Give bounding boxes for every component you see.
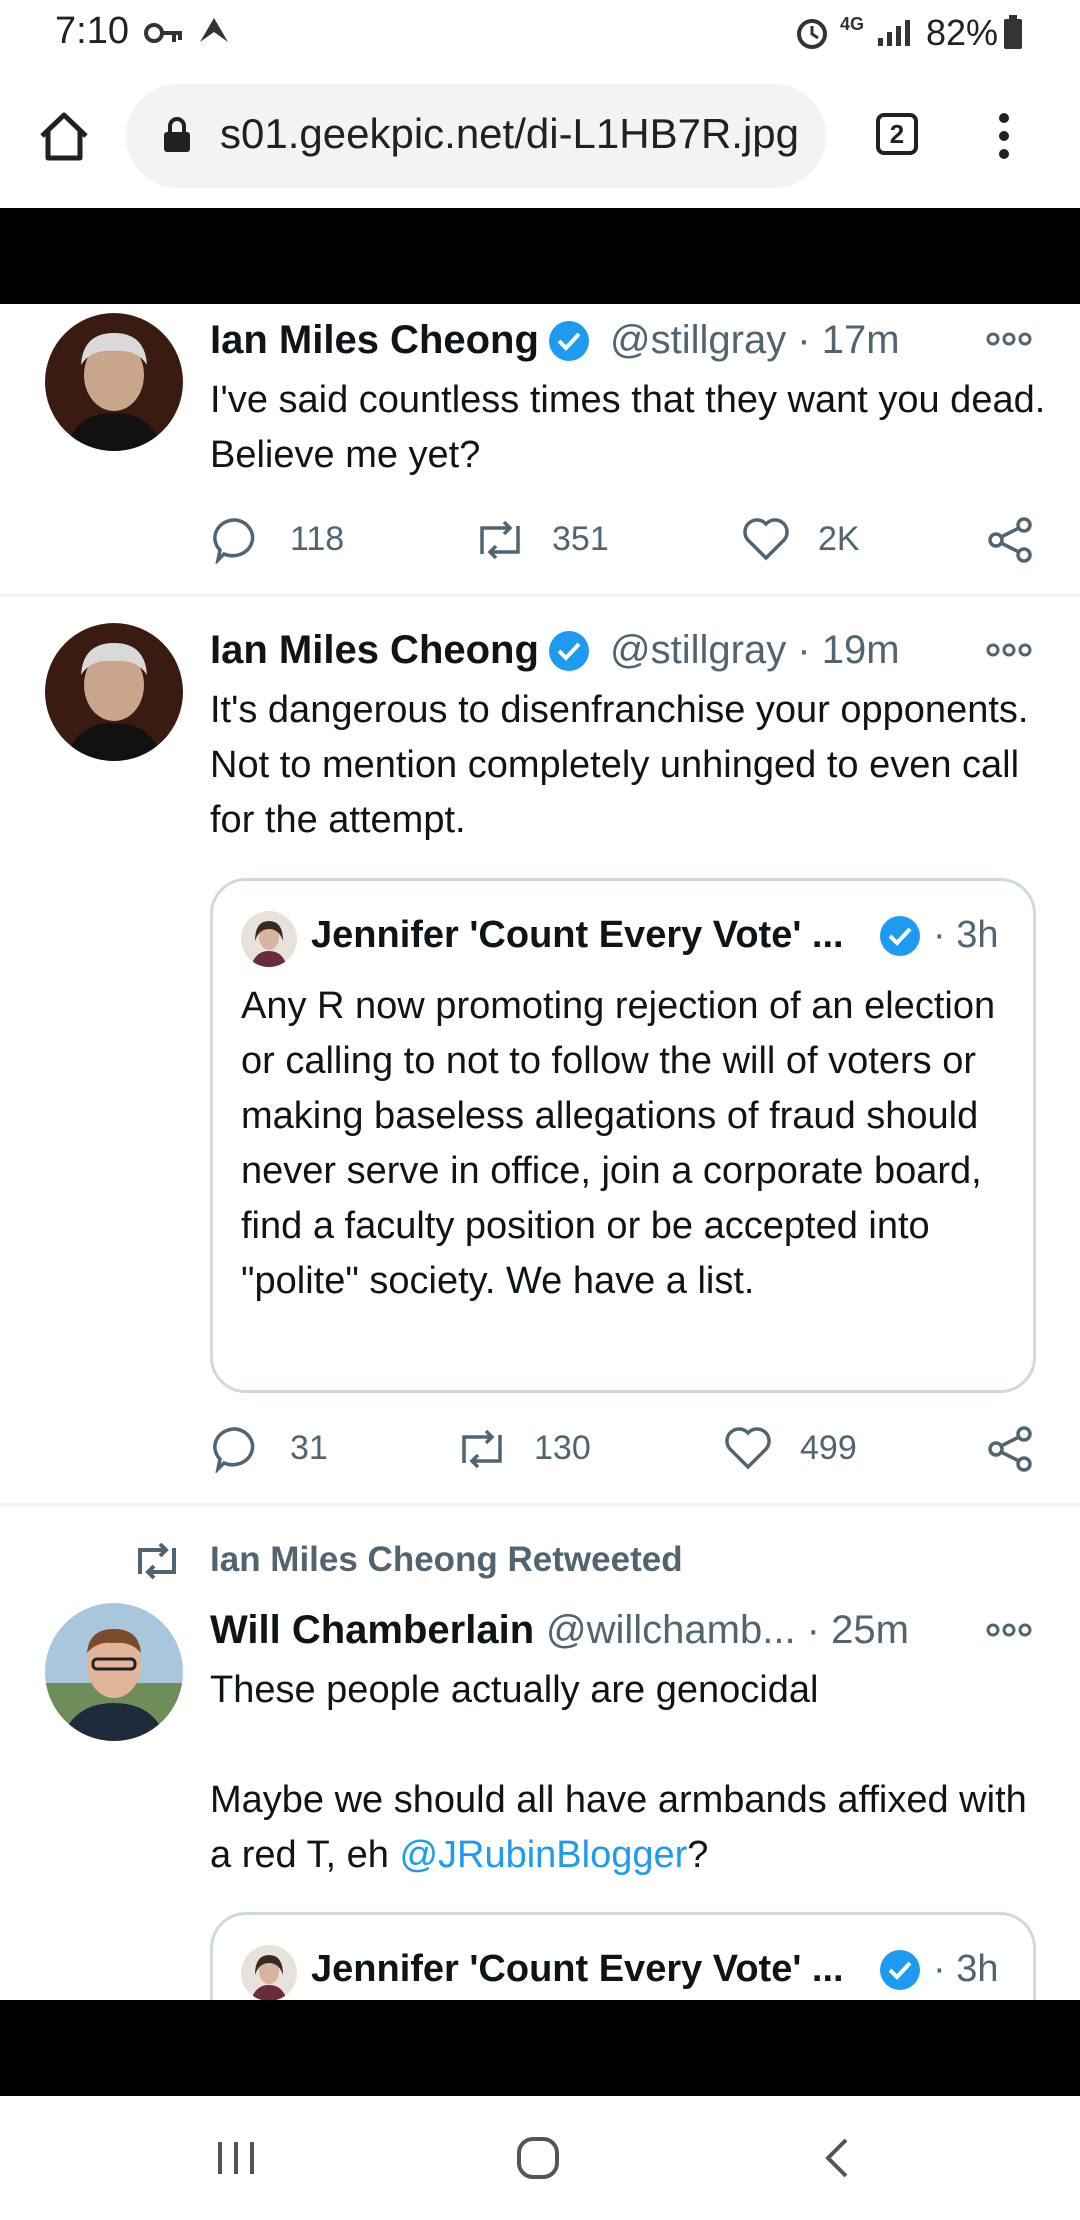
quoted-author-name: Jennifer 'Count Every Vote' ... <box>311 914 844 956</box>
network-type: 4G <box>840 14 865 34</box>
recents-icon[interactable] <box>214 2138 258 2178</box>
bottom-black-bar <box>0 2000 1080 2096</box>
tweet-text-line2: Maybe we should all have armbands affixe… <box>210 1773 1050 1883</box>
quoted-avatar <box>241 1945 297 2001</box>
avatar-image <box>241 911 297 967</box>
home-icon[interactable] <box>38 110 90 162</box>
quoted-avatar <box>241 911 297 967</box>
key-icon <box>144 23 182 43</box>
avatar-image <box>45 313 183 451</box>
tweet-text-end: ? <box>687 1834 709 1876</box>
verified-badge-icon <box>549 631 589 671</box>
quoted-text: Any R now promoting rejection of an elec… <box>241 985 996 1302</box>
retweet-count: 130 <box>534 1429 591 1467</box>
like-count: 499 <box>800 1429 857 1467</box>
avatar-image <box>45 623 183 761</box>
battery-icon <box>1004 15 1022 49</box>
verified-badge-icon <box>880 916 920 956</box>
retweet-icon[interactable] <box>472 518 528 562</box>
tweet-handle-time: @stillgray · 19m <box>610 628 900 672</box>
url-text: s01.geekpic.net/di-L1HB7R.jpg <box>220 110 800 157</box>
more-options-icon[interactable] <box>986 330 1032 348</box>
android-nav-bar <box>0 2096 1080 2220</box>
reply-icon[interactable] <box>212 516 260 564</box>
tab-switcher-button[interactable]: 2 <box>876 113 918 155</box>
mention-link[interactable]: @JRubinBlogger <box>399 1834 687 1876</box>
tweet-text: It's dangerous to disenfranchise your op… <box>210 689 1029 841</box>
verified-badge-icon <box>549 321 589 361</box>
like-icon[interactable] <box>742 516 790 562</box>
quoted-time: · 3h <box>933 914 999 956</box>
share-icon[interactable] <box>986 1425 1034 1473</box>
signal-icon <box>878 20 910 46</box>
tweet-divider <box>0 1503 1080 1506</box>
more-options-icon[interactable] <box>986 1621 1032 1639</box>
tweet-text: I've said countless times that they want… <box>210 379 1046 476</box>
reply-count: 31 <box>290 1429 328 1467</box>
browser-toolbar: s01.geekpic.net/di-L1HB7R.jpg 2 <box>0 66 1080 208</box>
tweet-divider <box>0 594 1080 597</box>
avatar-image <box>241 1945 297 2001</box>
status-time: 7:10 <box>55 10 129 52</box>
battery-percent: 82% <box>926 12 999 53</box>
url-bar[interactable]: s01.geekpic.net/di-L1HB7R.jpg <box>126 84 826 188</box>
avatar[interactable] <box>45 313 183 451</box>
tweet-author-name[interactable]: Will Chamberlain <box>210 1608 534 1653</box>
tweet-handle-time: @stillgray · 17m <box>610 318 900 362</box>
quoted-tweet[interactable]: Jennifer 'Count Every Vote' ... · 3h Any… <box>210 878 1036 1393</box>
share-icon[interactable] <box>986 516 1034 564</box>
retweeted-by-label[interactable]: Ian Miles Cheong Retweeted <box>210 1540 683 1580</box>
home-circle-icon[interactable] <box>514 2134 562 2182</box>
lock-icon <box>164 117 190 152</box>
back-icon[interactable] <box>820 2136 854 2180</box>
reply-count: 118 <box>290 520 345 558</box>
like-icon[interactable] <box>724 1425 772 1471</box>
tweet-author-name[interactable]: Ian Miles Cheong <box>210 318 539 363</box>
quoted-time: · 3h <box>933 1948 999 1990</box>
tweet-text-line1: These people actually are genocidal <box>210 1669 819 1711</box>
reply-icon[interactable] <box>212 1425 260 1473</box>
top-black-bar <box>0 208 1080 304</box>
avatar[interactable] <box>45 1603 183 1741</box>
retweet-indicator-icon <box>138 1542 176 1580</box>
like-count: 2K <box>818 520 860 558</box>
app-icon <box>200 18 228 42</box>
tweet-handle-time: @willchamb... · 25m <box>546 1608 909 1652</box>
status-bar: 7:10 4G 82% <box>0 0 1080 66</box>
retweet-count: 351 <box>552 520 609 558</box>
avatar[interactable] <box>45 623 183 761</box>
retweet-icon[interactable] <box>454 1427 510 1471</box>
alarm-icon <box>797 19 827 49</box>
avatar-image <box>45 1603 183 1741</box>
verified-badge-icon <box>880 1950 920 1990</box>
tweet-author-name[interactable]: Ian Miles Cheong <box>210 628 539 673</box>
quoted-author-name: Jennifer 'Count Every Vote' ... <box>311 1948 844 1990</box>
more-icon[interactable] <box>996 110 1012 162</box>
more-options-icon[interactable] <box>986 641 1032 659</box>
